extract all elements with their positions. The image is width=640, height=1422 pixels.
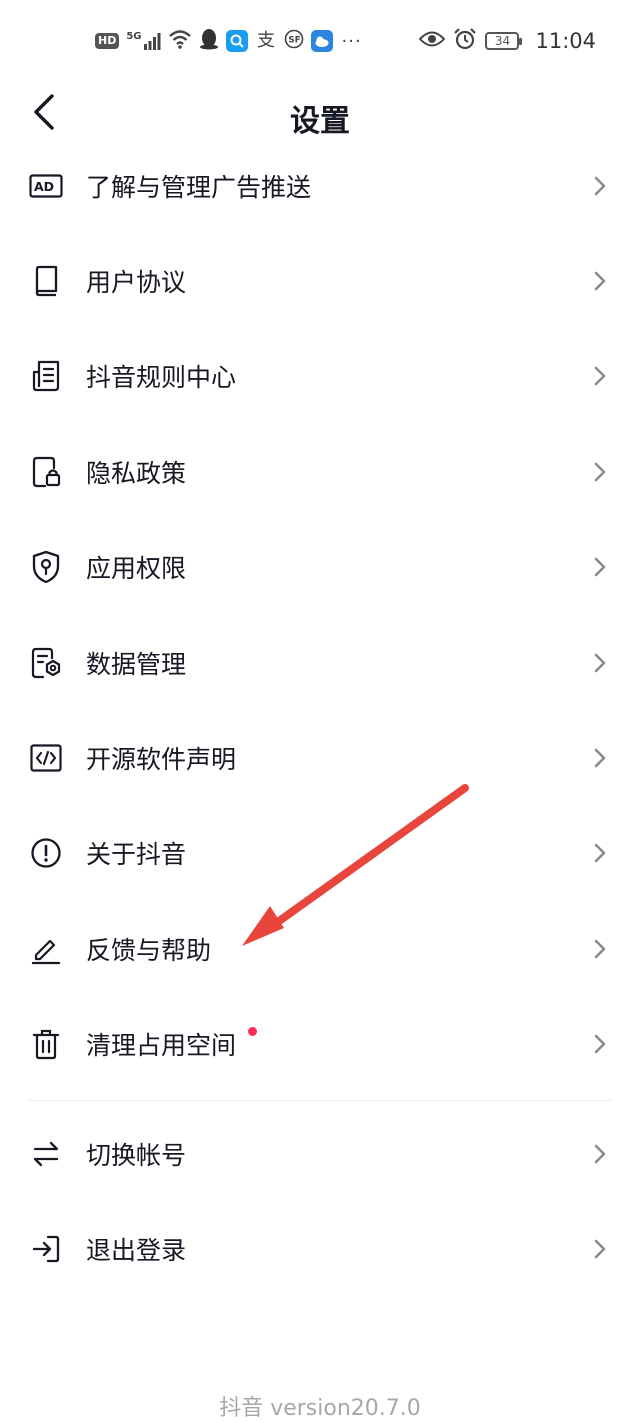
- menu-item-label: 退出登录: [86, 1235, 187, 1265]
- switch-arrows-icon: [28, 1136, 64, 1172]
- section-divider: [28, 1099, 612, 1101]
- menu-item-label: 切换帐号: [86, 1140, 187, 1170]
- battery-icon: 34: [485, 32, 523, 50]
- pencil-icon: [28, 931, 64, 967]
- chevron-right-icon: [590, 744, 610, 772]
- menu-item-label: 应用权限: [86, 554, 187, 584]
- shield-icon: [28, 549, 64, 585]
- menu-item-label: 隐私政策: [86, 458, 187, 488]
- clock: 11:04: [535, 29, 596, 53]
- sf-express-icon: SF: [284, 29, 304, 53]
- book-icon: [28, 263, 64, 299]
- menu-item-user-agreement[interactable]: 用户协议: [0, 233, 640, 328]
- alipay-icon: 支: [255, 28, 277, 54]
- chevron-right-icon: [590, 267, 610, 295]
- chevron-right-icon: [590, 935, 610, 963]
- privacy-lock-icon: [28, 454, 64, 490]
- hd-badge: HD: [95, 33, 120, 49]
- menu-item-open-source[interactable]: 开源软件声明: [0, 710, 640, 805]
- chevron-right-icon: [590, 1140, 610, 1168]
- menu-item-privacy-policy[interactable]: 隐私政策: [0, 424, 640, 519]
- menu-item-label: 数据管理: [86, 649, 187, 679]
- data-settings-icon: [28, 645, 64, 681]
- chevron-right-icon: [590, 649, 610, 677]
- menu-item-app-permissions[interactable]: 应用权限: [0, 520, 640, 615]
- chevron-right-icon: [590, 1030, 610, 1058]
- eye-icon: [419, 30, 446, 52]
- menu-item-about[interactable]: 关于抖音: [0, 806, 640, 901]
- trash-icon: [28, 1026, 64, 1062]
- menu-item-rules-center[interactable]: 抖音规则中心: [0, 329, 640, 424]
- menu-item-label: 了解与管理广告推送: [86, 172, 312, 202]
- chevron-right-icon: [590, 553, 610, 581]
- chevron-right-icon: [590, 458, 610, 486]
- alarm-icon: [453, 27, 477, 55]
- svg-text:SF: SF: [288, 36, 301, 46]
- menu-item-label: 关于抖音: [86, 840, 187, 870]
- menu-item-clear-storage[interactable]: 清理占用空间: [0, 997, 640, 1092]
- wifi-icon: [168, 29, 192, 53]
- menu-item-label: 抖音规则中心: [86, 363, 237, 393]
- menu-item-feedback-help[interactable]: 反馈与帮助: [0, 901, 640, 996]
- code-icon: [28, 740, 64, 776]
- menu-item-switch-account[interactable]: 切换帐号: [0, 1106, 640, 1201]
- qq-icon: [199, 28, 219, 54]
- more-notifications-icon: ···: [341, 30, 362, 52]
- cellular-signal-icon: 5G: [126, 31, 161, 50]
- notification-dot: [248, 1026, 257, 1036]
- info-exclamation-icon: [28, 835, 64, 871]
- settings-list: AD 了解与管理广告推送 用户协议 抖音规则中心 隐私政策 应用权限 数据管理 …: [0, 138, 640, 1297]
- navigation-bar: 设置: [0, 82, 640, 144]
- menu-item-logout[interactable]: 退出登录: [0, 1201, 640, 1296]
- status-bar-right: 34 11:04: [419, 28, 596, 54]
- menu-item-label: 清理占用空间: [86, 1031, 237, 1061]
- menu-item-label: 开源软件声明: [86, 745, 237, 775]
- menu-item-ad-management[interactable]: AD 了解与管理广告推送: [0, 138, 640, 233]
- page-title: 设置: [290, 104, 350, 139]
- chevron-right-icon: [590, 362, 610, 390]
- logout-icon: [28, 1231, 64, 1267]
- svg-text:支: 支: [257, 30, 275, 50]
- weather-app-icon: [310, 30, 333, 52]
- chevron-right-icon: [590, 1235, 610, 1263]
- network-type: 5G: [126, 31, 142, 42]
- ad-icon: AD: [28, 168, 64, 204]
- status-bar-left: HD 5G 支 SF ···: [95, 28, 362, 54]
- rules-document-icon: [28, 358, 64, 394]
- chevron-right-icon: [590, 839, 610, 867]
- app-version: 抖音 version20.7.0: [219, 1396, 421, 1421]
- search-app-icon: [225, 30, 248, 52]
- menu-item-label: 用户协议: [86, 268, 187, 298]
- chevron-right-icon: [590, 172, 610, 200]
- svg-text:AD: AD: [34, 179, 54, 194]
- menu-item-label: 反馈与帮助: [86, 935, 212, 965]
- status-bar: HD 5G 支 SF ··· 34 11:04: [0, 0, 640, 82]
- menu-item-data-management[interactable]: 数据管理: [0, 615, 640, 710]
